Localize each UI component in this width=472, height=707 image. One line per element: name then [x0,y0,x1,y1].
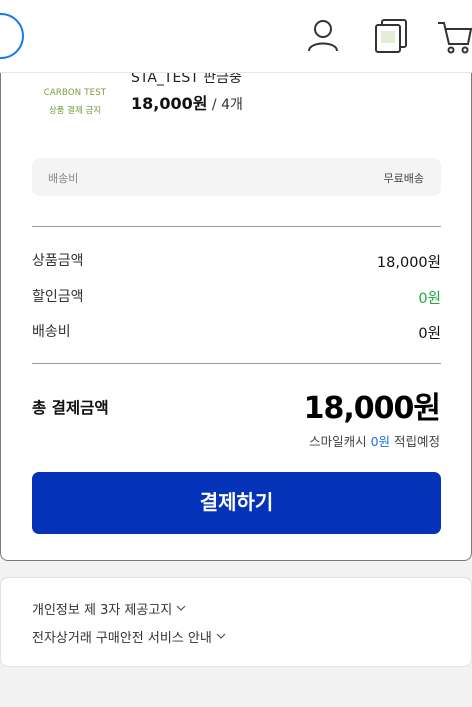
summary-row-product-amount: 상품금액 18,000원 [32,250,441,272]
notice-label: 전자상거래 구매안전 서비스 안내 [32,631,212,646]
summary-row-shipping: 배송비 0원 [32,321,441,343]
chevron-down-icon [176,605,186,611]
summary-value: 0원 [418,291,441,307]
summary-label: 상품금액 [32,253,84,269]
total-label: 총 결제금액 [32,399,109,417]
product-price: 18,000원 [131,94,208,113]
points-suffix: 적립예정 [390,434,440,449]
points-prefix: 스마일캐시 [309,434,371,449]
top-bar [0,0,472,73]
recent-view-icon[interactable] [373,17,409,55]
shipping-label: 배송비 [48,172,79,185]
divider [32,363,441,364]
notice-label: 개인정보 제 3자 제공고지 [32,603,173,618]
summary-value: 0원 [418,326,441,342]
summary-row-discount: 할인금액 0원 [32,286,441,308]
shipping-value: 무료배송 [383,172,424,185]
order-summary-card: CARBON TEST 상품 결제 금지 STA_TEST 판금중 18,000… [0,70,472,561]
points-note: 스마일캐시 0원 적립예정 [309,431,440,450]
pay-button[interactable]: 결제하기 [32,472,441,534]
thumb-text-1: CARBON TEST [43,88,107,98]
chevron-down-icon [216,633,226,639]
summary-label: 할인금액 [32,289,84,305]
summary-label: 배송비 [32,324,71,340]
product-price-line: 18,000원 / 4개 [131,90,243,114]
notice-box: 개인정보 제 3자 제공고지 전자상거래 구매안전 서비스 안내 [0,577,472,667]
cart-icon[interactable] [436,17,472,55]
product-thumbnail[interactable]: CARBON TEST 상품 결제 금지 [41,83,109,135]
privacy-third-party-link[interactable]: 개인정보 제 3자 제공고지 [32,599,186,618]
safe-purchase-service-link[interactable]: 전자상거래 구매안전 서비스 안내 [32,627,226,646]
summary-value: 18,000원 [376,255,441,271]
total-value: 18,000원 [303,391,441,426]
divider [32,226,441,227]
thumb-text-2: 상품 결제 금지 [48,106,102,116]
points-value: 0원 [370,434,391,449]
user-icon[interactable] [305,17,341,55]
menu-circle-button[interactable] [0,13,24,59]
product-quantity: / 4개 [207,97,243,113]
shipping-info-box: 배송비 무료배송 [32,158,441,196]
